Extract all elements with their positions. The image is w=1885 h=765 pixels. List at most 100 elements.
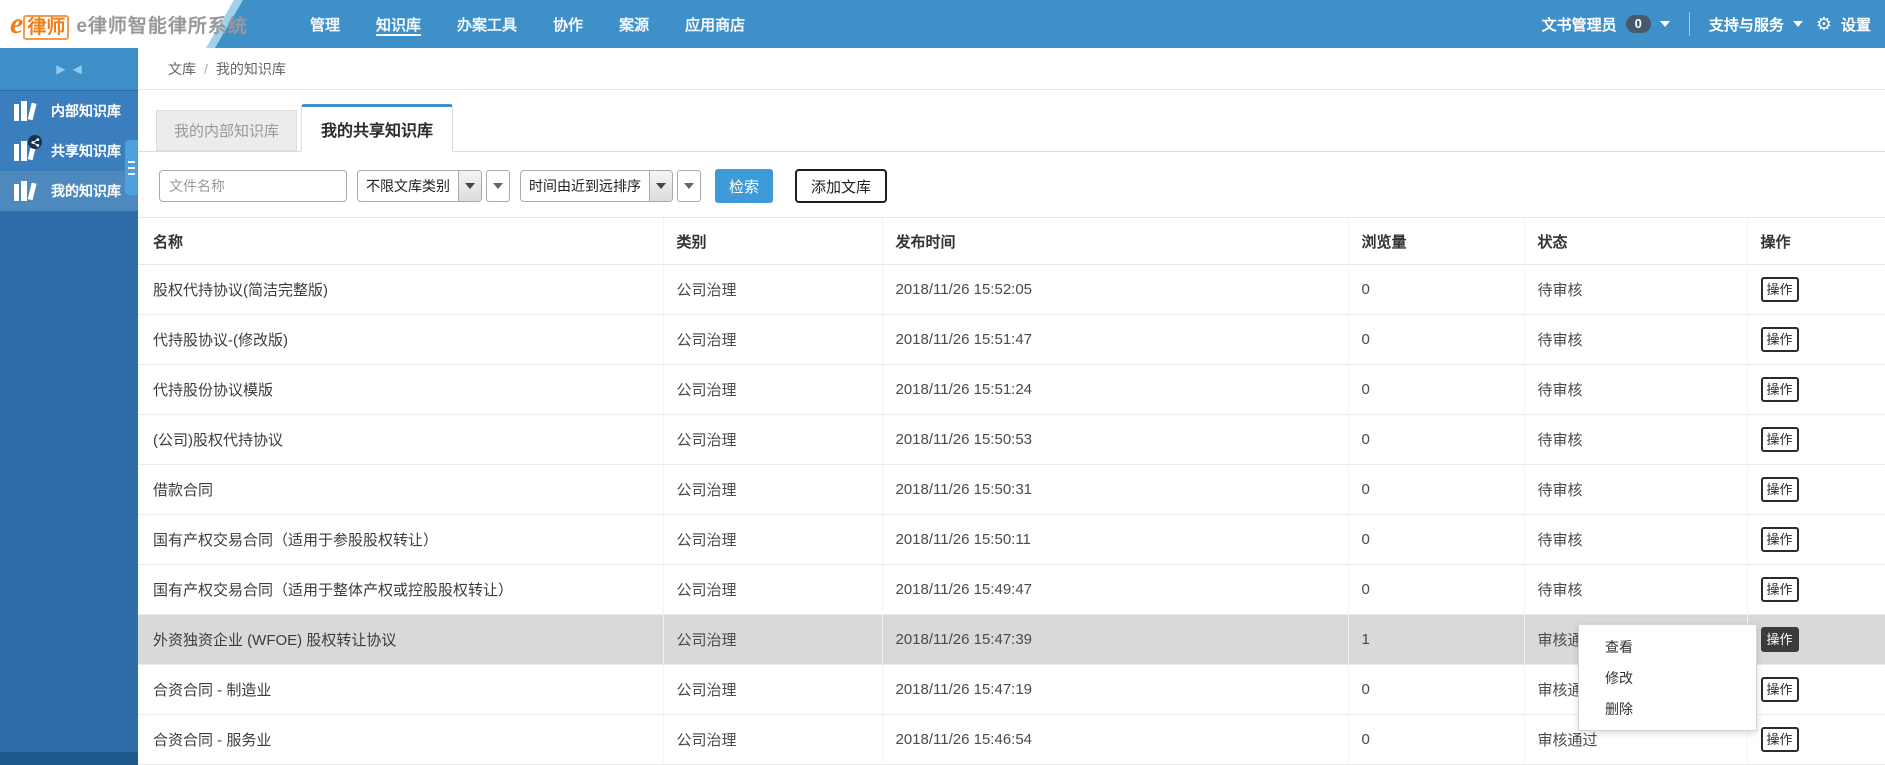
divider [1688, 12, 1690, 36]
top-nav-item-管理[interactable]: 管理 [310, 0, 340, 48]
table-row[interactable]: 国有产权交易合同（适用于整体产权或控股股权转让） 公司治理 2018/11/26 1… [138, 564, 1885, 615]
row-action-button[interactable]: 操作 [1760, 677, 1799, 702]
cell-actions: 操作 [1746, 514, 1885, 565]
cell-name: 代持股协议-(修改版) [138, 314, 663, 365]
category-select[interactable]: 不限文库类别 [357, 170, 482, 202]
column-header-状态: 状态 [1523, 217, 1747, 265]
top-nav-item-协作[interactable]: 协作 [553, 0, 583, 48]
cell-views: 0 [1347, 364, 1524, 415]
logo: e 律师 e律师智能律所系统 [0, 0, 252, 48]
sidebar-item-我的知识库[interactable]: 我的知识库 [0, 171, 138, 211]
row-action-button[interactable]: 操作 [1760, 477, 1799, 502]
row-action-button[interactable]: 操作 [1760, 577, 1799, 602]
column-header-操作: 操作 [1746, 217, 1885, 265]
sidebar-item-内部知识库[interactable]: 内部知识库 [0, 91, 138, 131]
settings-button[interactable]: ⚙ 设置 [1816, 14, 1871, 35]
row-action-button[interactable]: 操作 [1760, 377, 1799, 402]
tab-我的共享知识库[interactable]: 我的共享知识库 [301, 104, 454, 152]
menu-item-修改[interactable]: 修改 [1579, 662, 1756, 693]
menu-item-查看[interactable]: 查看 [1579, 631, 1756, 662]
breadcrumb-current: 我的知识库 [215, 60, 286, 77]
knowledge-tabs: 我的内部知识库 我的共享知识库 [138, 104, 1885, 152]
cell-name: 合资合同 - 制造业 [138, 664, 663, 715]
table-row[interactable]: 借款合同 公司治理 2018/11/26 15:50:31 0 待审核 操作 [138, 464, 1885, 515]
top-nav-item-知识库[interactable]: 知识库 [376, 0, 422, 48]
cell-category: 公司治理 [662, 664, 882, 715]
support-menu[interactable]: 支持与服务 [1709, 14, 1803, 35]
cell-published: 2018/11/26 15:51:24 [881, 364, 1348, 415]
top-bar: e 律师 e律师智能律所系统 管理 知识库 办案工具 协作 案源 应用商店 文书管理员 0 … [0, 0, 1885, 48]
user-name: 文书管理员 [1541, 16, 1617, 34]
cell-published: 2018/11/26 15:47:19 [881, 664, 1348, 715]
cell-category: 公司治理 [662, 564, 882, 615]
breadcrumb-root[interactable]: 文库 [168, 59, 196, 79]
cell-name: 国有产权交易合同（适用于参股股权转让） [138, 514, 663, 565]
chevron-down-icon [493, 183, 503, 189]
cell-published: 2018/11/26 15:47:39 [881, 614, 1348, 665]
cell-category: 公司治理 [662, 264, 882, 315]
sidebar-collapse-control[interactable]: ▶ ◀ [0, 48, 138, 91]
cell-name: 股权代持协议(简洁完整版) [138, 264, 663, 315]
chevron-down-icon [1659, 21, 1670, 27]
cell-published: 2018/11/26 15:49:47 [881, 564, 1348, 615]
cell-status: 待审核 [1523, 364, 1747, 415]
cell-published: 2018/11/26 15:52:05 [881, 264, 1348, 315]
cell-actions: 操作 [1746, 614, 1885, 665]
cell-actions: 操作 [1746, 714, 1885, 765]
share-badge-icon [28, 135, 42, 149]
search-button[interactable]: 检索 [715, 169, 773, 203]
sort-select[interactable]: 时间由近到远排序 [520, 170, 673, 202]
cell-published: 2018/11/26 15:50:11 [881, 514, 1348, 565]
table-row[interactable]: 国有产权交易合同（适用于参股股权转让） 公司治理 2018/11/26 15:50:… [138, 514, 1885, 565]
sidebar-item-共享知识库[interactable]: 共享知识库 [0, 131, 138, 171]
add-library-button[interactable]: 添加文库 [795, 169, 888, 203]
sidebar-drag-handle[interactable] [125, 140, 138, 195]
row-action-menu: 查看 修改 删除 [1578, 624, 1757, 731]
file-name-input[interactable] [159, 170, 347, 202]
row-action-button[interactable]: 操作 [1760, 277, 1799, 302]
top-nav-item-办案工具[interactable]: 办案工具 [457, 0, 517, 48]
cell-views: 0 [1347, 414, 1524, 465]
cell-status: 待审核 [1523, 564, 1747, 615]
sidebar-item-label: 内部知识库 [51, 103, 121, 119]
cell-name: 外资独资企业 (WFOE) 股权转让协议 [138, 614, 663, 665]
gear-icon: ⚙ [1815, 14, 1832, 34]
category-dropdown-button[interactable] [486, 170, 510, 202]
cell-actions: 操作 [1746, 464, 1885, 515]
row-action-button[interactable]: 操作 [1760, 427, 1799, 452]
cell-actions: 操作 [1746, 364, 1885, 415]
cell-published: 2018/11/26 15:46:54 [881, 714, 1348, 765]
user-menu[interactable]: 文书管理员 0 [1542, 14, 1670, 35]
cell-category: 公司治理 [662, 464, 882, 515]
cell-published: 2018/11/26 15:51:47 [881, 314, 1348, 365]
cell-views: 0 [1347, 464, 1524, 515]
breadcrumb-separator: / [204, 60, 208, 77]
cell-category: 公司治理 [662, 314, 882, 365]
cell-actions: 操作 [1746, 564, 1885, 615]
table-row[interactable]: 股权代持协议(简洁完整版) 公司治理 2018/11/26 15:52:05 0 待审核… [138, 264, 1885, 315]
breadcrumb: 文库 / 我的知识库 [138, 48, 1885, 90]
table-row[interactable]: 代持股份协议模版 公司治理 2018/11/26 15:51:24 0 待审核 操作 [138, 364, 1885, 415]
cell-status: 待审核 [1523, 314, 1747, 365]
column-header-浏览量: 浏览量 [1347, 217, 1524, 265]
cell-status: 待审核 [1523, 514, 1747, 565]
table-row[interactable]: (公司)股权代持协议 公司治理 2018/11/26 15:50:53 0 待审核 操作 [138, 414, 1885, 465]
cell-category: 公司治理 [662, 514, 882, 565]
select-arrow-icon [649, 171, 672, 201]
select-arrow-icon [458, 171, 481, 201]
cell-views: 0 [1347, 514, 1524, 565]
column-header-名称: 名称 [138, 217, 663, 265]
table-row[interactable]: 代持股协议-(修改版) 公司治理 2018/11/26 15:51:47 0 待审核 操作 [138, 314, 1885, 365]
cell-status: 待审核 [1523, 414, 1747, 465]
row-action-button[interactable]: 操作 [1760, 627, 1799, 652]
tab-我的内部知识库[interactable]: 我的内部知识库 [156, 110, 298, 151]
menu-item-删除[interactable]: 删除 [1579, 693, 1756, 724]
top-nav-item-案源[interactable]: 案源 [619, 0, 649, 48]
cell-actions: 操作 [1746, 664, 1885, 715]
row-action-button[interactable]: 操作 [1760, 727, 1799, 752]
top-nav-item-应用商店[interactable]: 应用商店 [685, 0, 745, 48]
logo-mark: e 律师 [10, 7, 70, 41]
row-action-button[interactable]: 操作 [1760, 527, 1799, 552]
row-action-button[interactable]: 操作 [1760, 327, 1799, 352]
sort-dropdown-button[interactable] [677, 170, 701, 202]
